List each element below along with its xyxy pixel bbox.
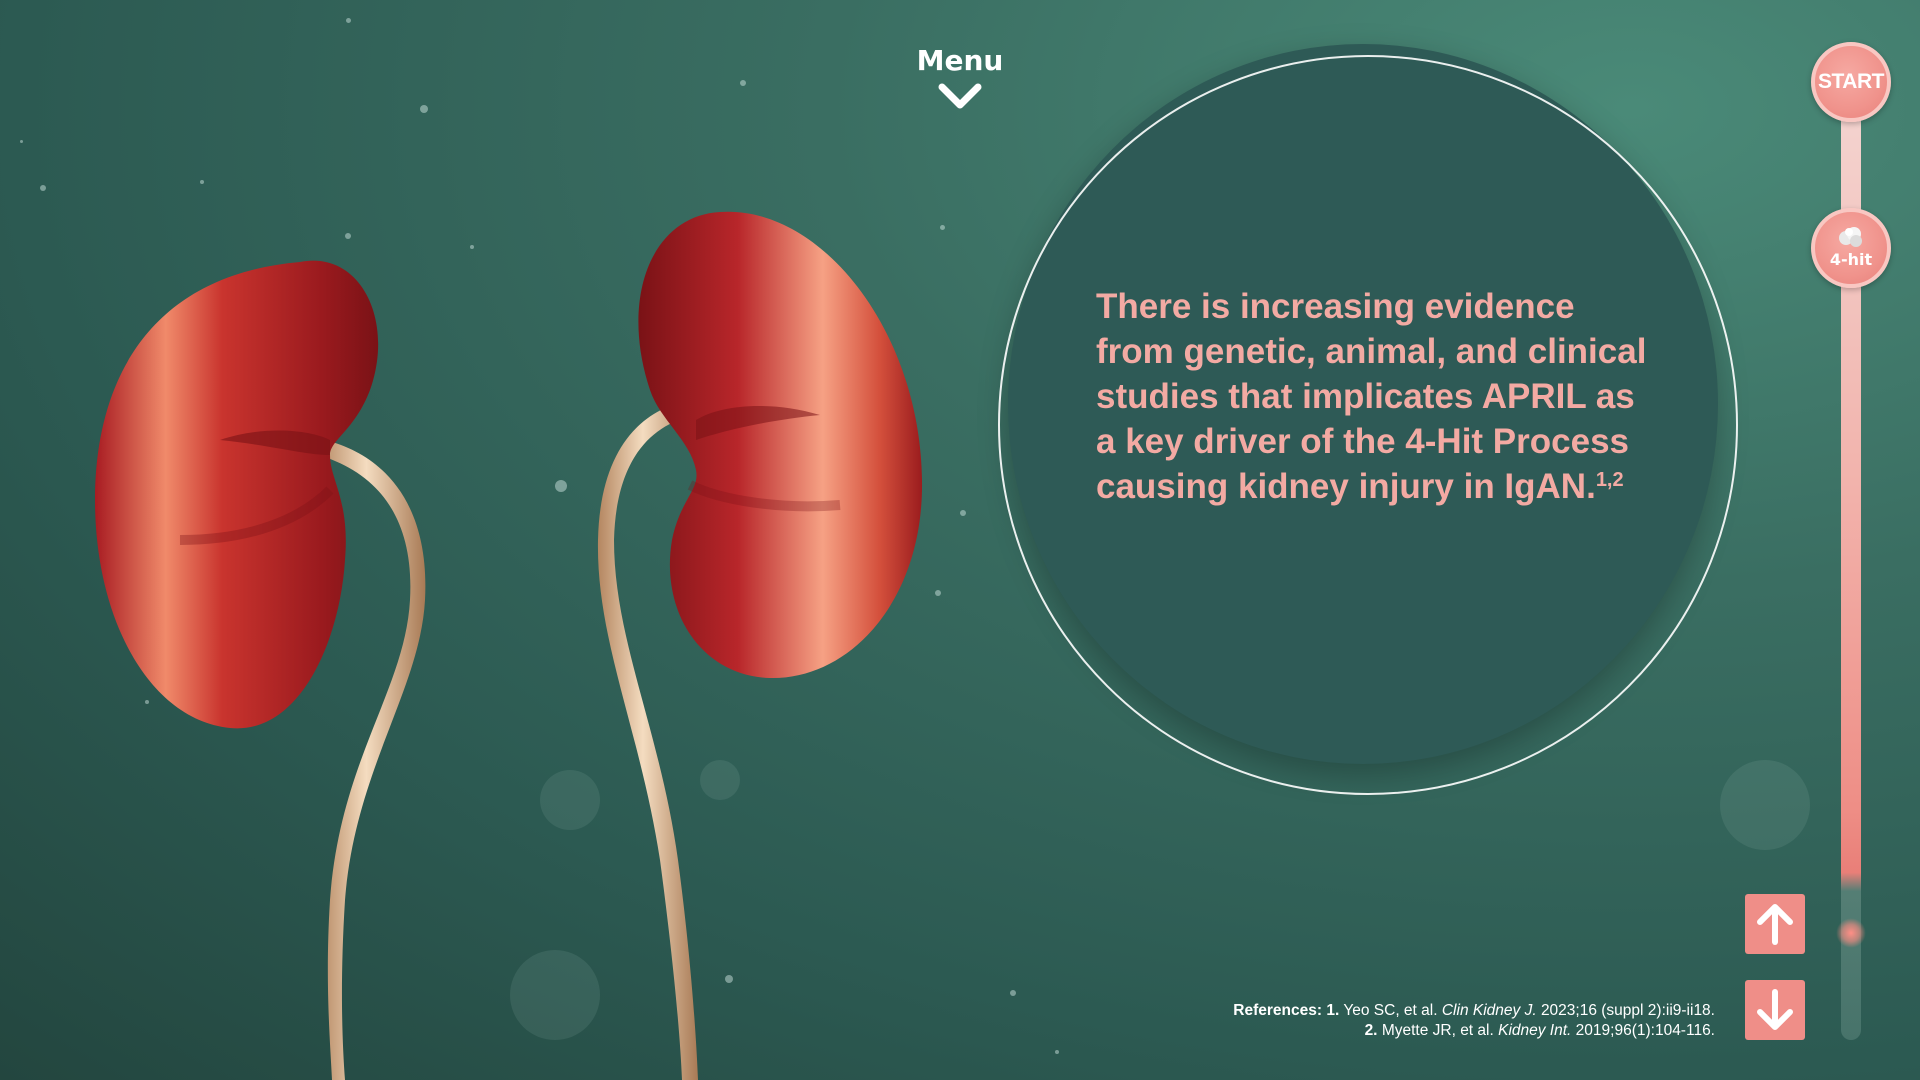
arrow-up-icon — [1757, 904, 1793, 945]
reference-1-journal: Clin Kidney J. — [1441, 1002, 1537, 1019]
reference-2-details: 2019;96(1):104-116. — [1575, 1022, 1715, 1039]
references-heading: References: — [1233, 1002, 1323, 1019]
previous-button[interactable] — [1745, 894, 1805, 954]
reference-1: References: 1. Yeo SC, et al. Clin Kidne… — [1233, 1001, 1715, 1021]
reference-1-authors: Yeo SC, et al. — [1343, 1002, 1438, 1019]
info-citation: 1,2 — [1595, 469, 1624, 491]
kidneys-illustration — [95, 211, 923, 1080]
info-text: There is increasing evidence from geneti… — [1096, 284, 1656, 509]
references: References: 1. Yeo SC, et al. Clin Kidne… — [1233, 1001, 1715, 1041]
arrow-down-icon — [1757, 989, 1793, 1030]
menu-button[interactable]: Menu — [900, 44, 1020, 111]
four-hit-node-label: 4-hit — [1829, 249, 1873, 269]
cell-cluster-icon — [1839, 226, 1862, 247]
four-hit-node-button[interactable]: 4-hit — [1811, 208, 1891, 288]
reference-2: 2. Myette JR, et al. Kidney Int. 2019;96… — [1233, 1021, 1715, 1041]
reference-2-authors: Myette JR, et al. — [1381, 1022, 1494, 1039]
menu-label: Menu — [916, 44, 1004, 77]
reference-1-number: 1. — [1326, 1002, 1340, 1019]
next-button[interactable] — [1745, 980, 1805, 1040]
reference-1-details: 2023;16 (suppl 2):ii9-ii18. — [1540, 1002, 1715, 1019]
start-node-label: START — [1818, 70, 1884, 93]
chevron-down-icon — [938, 83, 982, 109]
progress-indicator — [1836, 918, 1866, 948]
reference-2-journal: Kidney Int. — [1498, 1022, 1572, 1039]
reference-2-number: 2. — [1364, 1022, 1378, 1039]
info-body: There is increasing evidence from geneti… — [1096, 287, 1647, 506]
start-node-button[interactable]: START — [1811, 42, 1891, 122]
